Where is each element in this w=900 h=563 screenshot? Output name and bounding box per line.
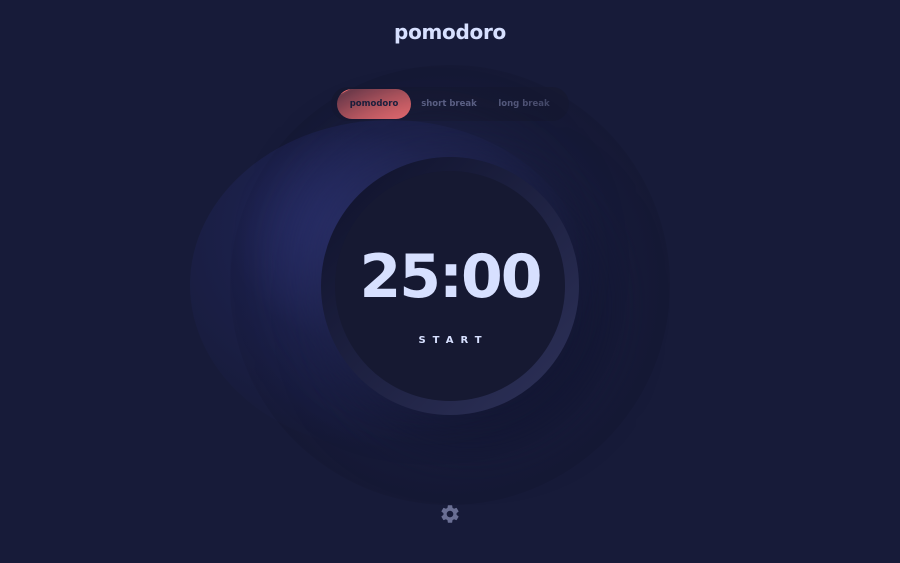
mode-short-break-button[interactable]: short break xyxy=(411,89,487,119)
pomodoro-page: pomodoro pomodoro short break long break… xyxy=(0,0,900,563)
time-display: 25:00 xyxy=(359,242,543,312)
mode-pomodoro-button[interactable]: pomodoro xyxy=(337,89,411,119)
gear-icon xyxy=(441,505,459,523)
mode-switch: pomodoro short break long break xyxy=(331,87,569,121)
mode-long-break-button[interactable]: long break xyxy=(487,89,561,119)
app-title: pomodoro xyxy=(394,20,506,44)
timer-dial[interactable]: 25:00 START xyxy=(321,157,579,415)
start-button[interactable]: START xyxy=(321,335,579,346)
settings-button[interactable] xyxy=(439,503,461,525)
